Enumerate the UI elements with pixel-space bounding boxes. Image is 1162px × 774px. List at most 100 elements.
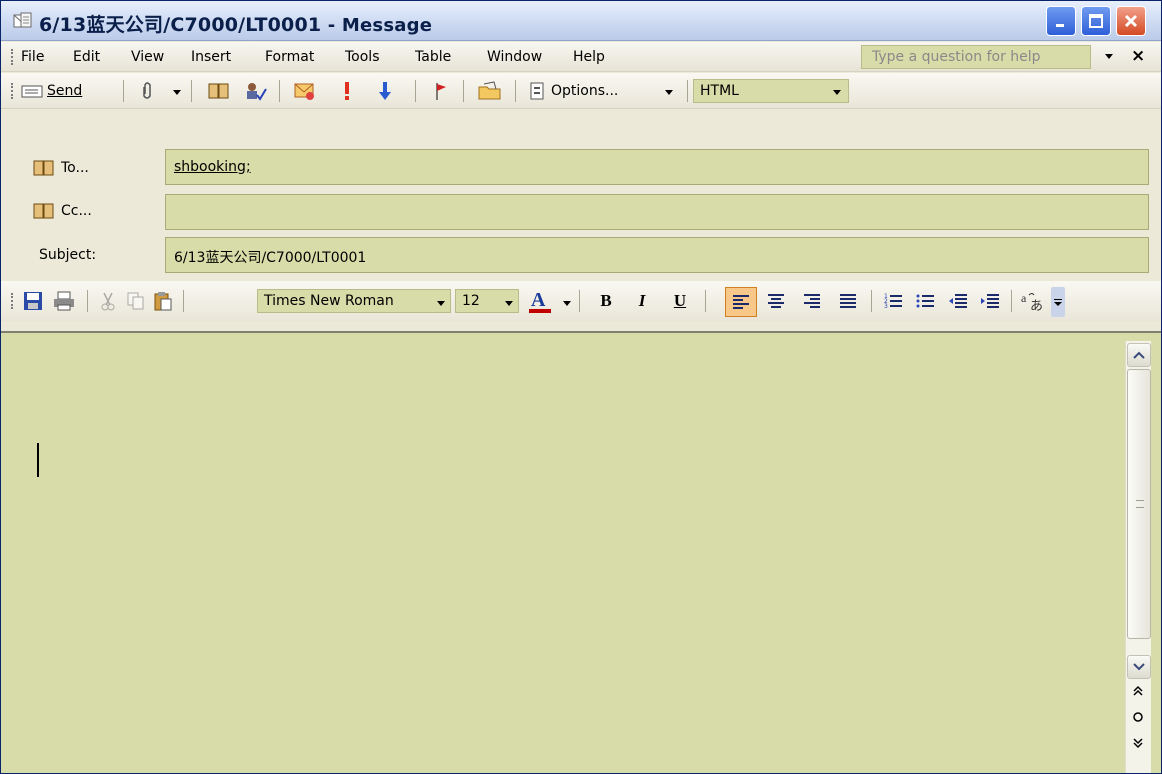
font-name-select[interactable]: Times New Roman [257, 289, 451, 313]
toolbar-grip[interactable] [11, 293, 15, 309]
increase-indent-icon [981, 294, 999, 308]
send-label: Send [47, 83, 83, 99]
to-field[interactable]: shbooking; [165, 149, 1149, 185]
separator [871, 290, 872, 312]
format-dropdown-icon[interactable] [833, 90, 841, 95]
bullets-button[interactable] [913, 289, 939, 313]
previous-object-icon[interactable] [1132, 685, 1144, 702]
paste-button[interactable] [151, 289, 175, 313]
close-button[interactable] [1116, 6, 1146, 36]
phonetic-guide-icon: aあ [1021, 291, 1043, 312]
to-recipient[interactable]: shbooking; [174, 159, 251, 175]
address-book-button[interactable] [207, 79, 231, 103]
chevron-down-icon [1133, 663, 1145, 671]
menu-insert[interactable]: Insert [191, 49, 231, 65]
decrease-indent-button[interactable] [945, 289, 971, 313]
signed-message-button[interactable] [293, 79, 317, 103]
italic-button[interactable]: I [631, 289, 653, 313]
font-color-icon: A [529, 289, 551, 313]
follow-up-flag-button[interactable] [431, 79, 451, 103]
separator [183, 290, 184, 312]
numbering-button[interactable]: 123 [881, 289, 907, 313]
align-left-button[interactable] [725, 287, 757, 317]
cut-button[interactable] [97, 289, 119, 313]
align-right-button[interactable] [799, 289, 825, 313]
standard-toolbar: Send Options... HTML [1, 73, 1161, 109]
message-body[interactable] [1, 331, 1161, 773]
flag-icon [436, 83, 446, 100]
menu-window[interactable]: Window [487, 49, 542, 65]
font-color-dropdown-icon[interactable] [563, 301, 571, 306]
send-button[interactable]: Send [21, 79, 82, 103]
options-button[interactable]: Options... [529, 79, 618, 103]
text-cursor [37, 443, 39, 477]
window-title: 6/13蓝天公司/C7000/LT0001 - Message [39, 14, 433, 36]
bold-button[interactable]: B [595, 289, 617, 313]
message-icon [13, 12, 32, 28]
menu-edit[interactable]: Edit [73, 49, 100, 65]
help-dropdown-icon[interactable] [1105, 54, 1113, 59]
address-area: To... shbooking; Cc... Subject: 6/13蓝天公司… [1, 140, 1161, 280]
help-search-input[interactable]: Type a question for help [861, 45, 1091, 69]
menu-bar: File Edit View Insert Format Tools Table… [1, 42, 1161, 72]
bulleted-list-icon [916, 294, 934, 308]
font-name-dropdown-icon[interactable] [437, 301, 445, 306]
maximize-icon [1089, 14, 1103, 28]
printer-icon [54, 291, 74, 311]
cc-field[interactable] [165, 194, 1149, 230]
options-dropdown-icon[interactable] [665, 90, 673, 95]
print-button[interactable] [51, 289, 77, 313]
menu-help[interactable]: Help [573, 49, 605, 65]
toolbar-options-chevron[interactable] [1051, 287, 1065, 317]
font-color-button[interactable]: A [527, 287, 553, 315]
subject-field[interactable]: 6/13蓝天公司/C7000/LT0001 [165, 237, 1149, 273]
copy-button[interactable] [125, 289, 147, 313]
justify-button[interactable] [835, 289, 861, 313]
check-names-button[interactable] [243, 79, 269, 103]
menu-table[interactable]: Table [415, 49, 451, 65]
next-object-icon[interactable] [1132, 735, 1144, 752]
scroll-down-button[interactable] [1127, 655, 1151, 679]
font-size-dropdown-icon[interactable] [505, 301, 513, 306]
open-folder-button[interactable] [477, 79, 503, 103]
align-left-icon [733, 295, 749, 309]
toolbar-grip[interactable] [11, 83, 15, 99]
align-center-button[interactable] [763, 289, 789, 313]
increase-indent-button[interactable] [977, 289, 1003, 313]
scroll-thumb[interactable] [1127, 369, 1151, 639]
menu-format[interactable]: Format [265, 49, 314, 65]
decrease-indent-icon [949, 294, 967, 308]
vertical-scrollbar[interactable] [1125, 341, 1151, 773]
select-browse-object-icon[interactable] [1132, 711, 1144, 726]
message-window: 6/13蓝天公司/C7000/LT0001 - Message File Edi… [0, 0, 1162, 774]
minimize-button[interactable] [1046, 6, 1076, 36]
cc-label: Cc... [61, 203, 92, 219]
phonetic-guide-button[interactable]: aあ [1019, 289, 1047, 313]
cc-button[interactable]: Cc... [33, 203, 92, 219]
menu-view[interactable]: View [131, 49, 164, 65]
chevron-up-icon [1133, 351, 1145, 359]
justify-icon [840, 294, 856, 308]
separator [415, 80, 416, 102]
underline-button[interactable]: U [669, 289, 691, 313]
save-button[interactable] [21, 289, 45, 313]
message-format-select[interactable]: HTML [693, 79, 849, 103]
low-importance-button[interactable] [375, 79, 395, 103]
align-right-icon [804, 294, 820, 308]
attach-button[interactable] [137, 79, 157, 103]
menu-grip[interactable] [11, 49, 15, 65]
send-icon [21, 85, 43, 98]
help-close-icon[interactable]: × [1131, 46, 1145, 66]
svg-text:3: 3 [884, 303, 888, 310]
chevron-down-icon [1054, 299, 1062, 306]
to-button[interactable]: To... [33, 160, 89, 176]
save-icon [24, 292, 42, 310]
envelope-icon [294, 83, 314, 100]
high-importance-button[interactable] [337, 79, 357, 103]
to-label: To... [61, 160, 89, 176]
menu-file[interactable]: File [21, 49, 44, 65]
menu-tools[interactable]: Tools [345, 49, 380, 65]
maximize-button[interactable] [1081, 6, 1111, 36]
attach-dropdown-icon[interactable] [173, 90, 181, 95]
scroll-up-button[interactable] [1127, 343, 1151, 367]
